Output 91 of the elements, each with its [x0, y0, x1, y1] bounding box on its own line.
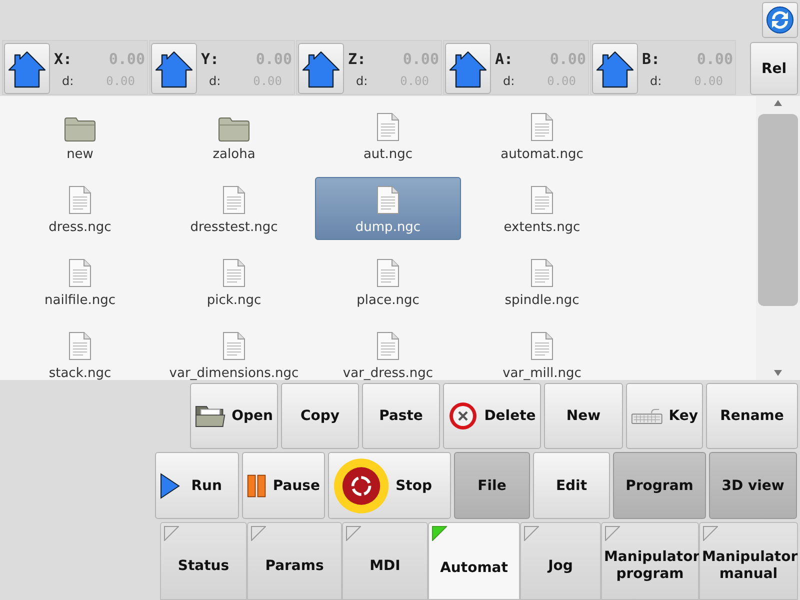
rel-button[interactable]: Rel: [750, 42, 798, 95]
document-icon: [376, 112, 400, 142]
delete-icon: [448, 401, 478, 431]
toggle-button[interactable]: 3D view: [709, 452, 797, 519]
document-icon: [68, 331, 92, 361]
document-icon: [222, 258, 246, 288]
file-item[interactable]: var_dimensions.ngc: [161, 323, 307, 380]
stop-icon: [333, 456, 390, 516]
axis-label: Y:: [201, 50, 220, 68]
home-button[interactable]: [151, 43, 197, 94]
axis-label: A:: [495, 50, 514, 68]
file-item[interactable]: automat.ngc: [469, 104, 615, 167]
home-button[interactable]: [445, 43, 491, 94]
home-icon: [301, 48, 341, 88]
home-icon: [448, 48, 488, 88]
delta-label: d:: [208, 74, 221, 88]
file-action-button[interactable]: Rename: [706, 383, 798, 449]
active-marker-icon: [432, 526, 447, 541]
document-icon: [530, 258, 554, 288]
tab[interactable]: Status: [160, 522, 247, 600]
file-item[interactable]: pick.ngc: [161, 250, 307, 313]
file-item[interactable]: dresstest.ngc: [161, 177, 307, 240]
document-icon: [530, 331, 554, 361]
file-action-button[interactable]: Open: [190, 383, 278, 449]
document-icon: [530, 112, 554, 142]
file-item[interactable]: aut.ngc: [315, 104, 461, 167]
file-item[interactable]: var_mill.ngc: [469, 323, 615, 380]
corner-marker-icon: [251, 526, 266, 541]
axis-label: X:: [54, 50, 74, 68]
control-button[interactable]: Stop: [328, 452, 451, 519]
document-icon: [376, 185, 400, 215]
delta-label: d:: [649, 74, 662, 88]
file-item[interactable]: extents.ngc: [469, 177, 615, 240]
home-button[interactable]: [592, 43, 638, 94]
play-icon: [159, 472, 181, 500]
file-item[interactable]: zaloha: [161, 104, 307, 167]
corner-marker-icon: [346, 526, 361, 541]
file-item[interactable]: dress.ngc: [7, 177, 153, 240]
scrollbar-thumb[interactable]: [758, 114, 798, 306]
control-button[interactable]: Run: [155, 452, 239, 519]
scrollbar[interactable]: [756, 96, 800, 380]
file-item[interactable]: place.ngc: [315, 250, 461, 313]
delta-label: d:: [502, 74, 515, 88]
document-icon: [68, 258, 92, 288]
home-icon: [595, 48, 635, 88]
folder-icon: [64, 116, 96, 142]
home-icon: [154, 48, 194, 88]
axis-label: Z:: [348, 50, 368, 68]
toggle-button[interactable]: File: [454, 452, 530, 519]
axis-label: B:: [642, 50, 662, 68]
tab[interactable]: Params: [247, 522, 342, 600]
home-button[interactable]: [4, 43, 50, 94]
file-action-button[interactable]: Copy: [281, 383, 359, 449]
delta-label: d:: [61, 74, 74, 88]
tab[interactable]: Automat: [428, 522, 520, 600]
delta-label: d:: [355, 74, 368, 88]
open-folder-icon: [195, 403, 226, 429]
file-action-button[interactable]: Key: [626, 383, 703, 449]
file-item[interactable]: stack.ngc: [7, 323, 153, 380]
control-button[interactable]: Edit: [533, 452, 610, 519]
keyboard-icon: [631, 407, 663, 425]
document-icon: [376, 331, 400, 361]
file-action-button[interactable]: Delete: [443, 383, 541, 449]
home-icon: [7, 48, 47, 88]
corner-marker-icon: [524, 526, 539, 541]
tab[interactable]: Manipulator manual: [699, 522, 798, 600]
toggle-button[interactable]: Program: [613, 452, 706, 519]
tab[interactable]: Manipulator program: [601, 522, 699, 600]
document-icon: [376, 258, 400, 288]
file-item[interactable]: spindle.ngc: [469, 250, 615, 313]
corner-marker-icon: [164, 526, 179, 541]
corner-marker-icon: [703, 526, 718, 541]
document-icon: [530, 185, 554, 215]
tab[interactable]: Jog: [520, 522, 601, 600]
document-icon: [222, 185, 246, 215]
corner-marker-icon: [605, 526, 620, 541]
scroll-up-icon[interactable]: [774, 100, 782, 106]
tab[interactable]: MDI: [342, 522, 428, 600]
refresh-button[interactable]: [762, 2, 798, 38]
file-item[interactable]: nailfile.ngc: [7, 250, 153, 313]
file-action-button[interactable]: New: [544, 383, 623, 449]
document-icon: [68, 185, 92, 215]
control-button[interactable]: Pause: [242, 452, 325, 519]
file-action-button[interactable]: Paste: [362, 383, 440, 449]
scroll-down-icon[interactable]: [774, 370, 782, 376]
refresh-icon: [765, 5, 795, 35]
file-item[interactable]: new: [7, 104, 153, 167]
file-item[interactable]: var_dress.ngc: [315, 323, 461, 380]
folder-icon: [218, 116, 250, 142]
document-icon: [222, 331, 246, 361]
home-button[interactable]: [298, 43, 344, 94]
